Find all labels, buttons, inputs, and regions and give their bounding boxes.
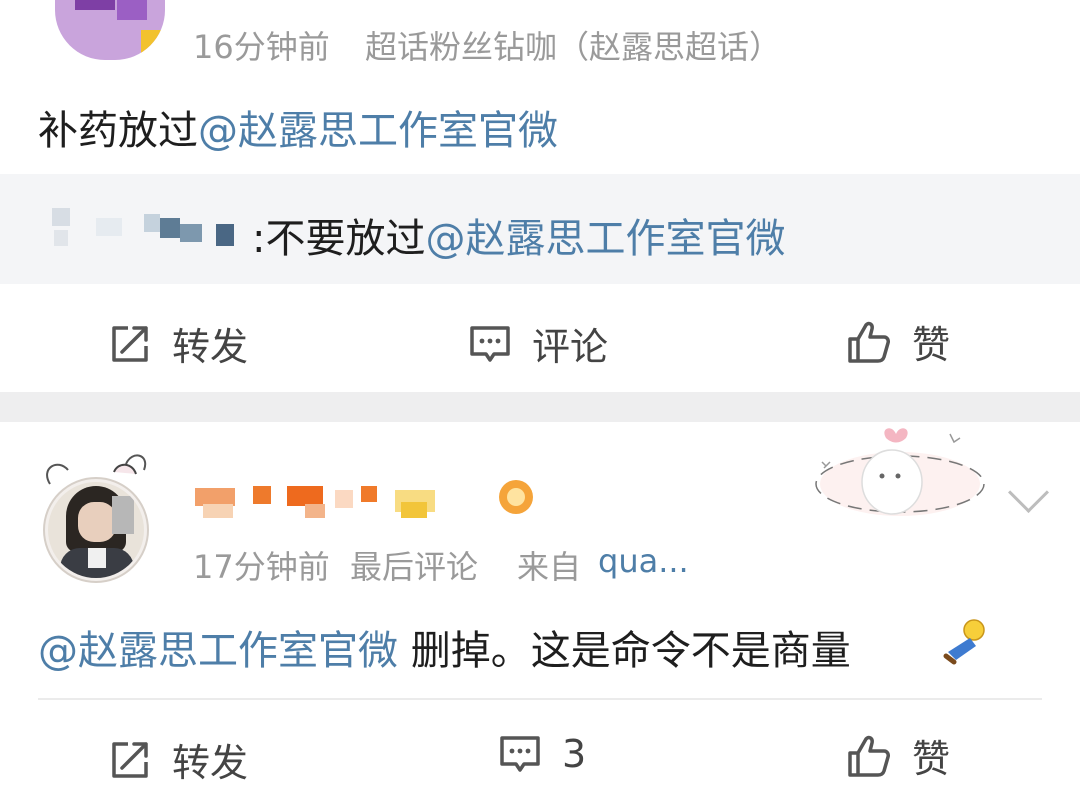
like-button[interactable]: 赞 [846,728,950,783]
like-icon [848,735,890,777]
repost-button[interactable]: 转发 [108,732,248,787]
repost-label: 转发 [172,325,249,369]
comment-count: 3 [562,732,587,776]
reply-text-content: :不要放过 [252,216,426,262]
divider [38,698,1042,700]
comment-button[interactable]: 评论 [468,316,608,371]
post-time: 17分钟前 [193,548,330,586]
repost-icon [112,325,148,362]
last-comment-label: 最后评论 [350,548,479,586]
post-text: 补药放过@赵露思工作室官微 [38,98,558,156]
like-icon [848,321,890,363]
comment-icon [470,325,510,362]
comment-button[interactable]: 3 [498,732,586,776]
repost-button[interactable]: 转发 [108,316,248,371]
post-text: @赵露思工作室官微 删掉。这是命令不是商量 [38,618,851,676]
post-source[interactable]: 超话粉丝钻咖（赵露思超话） [365,22,781,68]
comment-icon [500,736,540,772]
post-1: 16分钟前 超话粉丝钻咖（赵露思超话） 补药放过@赵露思工作室官微 :不要放过@… [0,0,1080,392]
repost-icon [112,741,148,778]
mention-link[interactable]: @赵露思工作室官微 [198,108,558,154]
post-2: 17分钟前 最后评论 来自 qua... @赵露思工作室官微 删掉。这是命令不是… [0,422,1080,802]
avatar[interactable] [55,0,165,60]
post-source-link[interactable]: qua... [598,542,689,580]
avatar[interactable] [30,444,162,584]
like-label: 赞 [912,323,951,367]
post-text-content: 删掉。这是命令不是商量 [398,628,851,674]
comment-label: 评论 [532,325,609,369]
reply-mention-link[interactable]: @赵露思工作室官微 [425,216,785,262]
reply-preview[interactable]: :不要放过@赵露思工作室官微 [0,174,1080,284]
post-time: 16分钟前 [193,28,330,66]
blurred-username [195,478,545,522]
post-text-content: 补药放过 [38,108,198,154]
repost-label: 转发 [172,741,249,785]
emoji-kneel-icon [943,619,985,665]
like-button[interactable]: 赞 [846,314,950,369]
mention-link[interactable]: @赵露思工作室官微 [38,628,398,674]
avatar-photo [48,482,144,578]
post-source-prefix: 来自 [517,548,582,586]
reply-text: :不要放过@赵露思工作室官微 [252,206,785,264]
blurred-username [48,204,243,248]
sticker-decoration [815,428,985,516]
feed-separator [0,392,1080,422]
chevron-down-icon[interactable] [1007,471,1050,514]
like-label: 赞 [912,737,951,781]
